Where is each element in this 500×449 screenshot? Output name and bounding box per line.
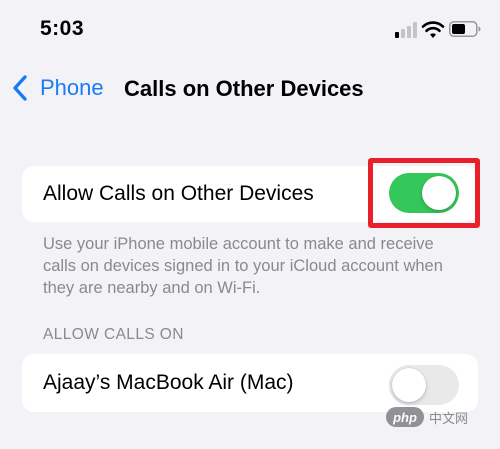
allow-calls-label: Allow Calls on Other Devices [43, 182, 314, 205]
back-label: Phone [40, 75, 104, 100]
page-title: Calls on Other Devices [124, 76, 364, 101]
section-header: ALLOW CALLS ON [43, 326, 184, 343]
toggle-knob [392, 368, 426, 402]
back-button[interactable]: Phone [10, 72, 104, 104]
battery-icon [449, 21, 481, 37]
device-label: Ajaay’s MacBook Air (Mac) [43, 371, 294, 394]
watermark-text: 中文网 [429, 410, 469, 426]
chevron-left-icon [13, 75, 27, 101]
status-time: 5:03 [40, 17, 85, 40]
wifi-icon [421, 21, 445, 38]
navigation-bar: Phone Calls on Other Devices [0, 62, 500, 114]
macbook-toggle[interactable] [389, 365, 459, 405]
highlight-annotation [368, 158, 480, 228]
cellular-signal-icon [395, 22, 419, 38]
allow-calls-description: Use your iPhone mobile account to make a… [43, 235, 443, 297]
php-logo: php [386, 407, 424, 427]
status-bar: 5:03 [0, 0, 500, 60]
watermark: php 中文网 [386, 406, 468, 428]
